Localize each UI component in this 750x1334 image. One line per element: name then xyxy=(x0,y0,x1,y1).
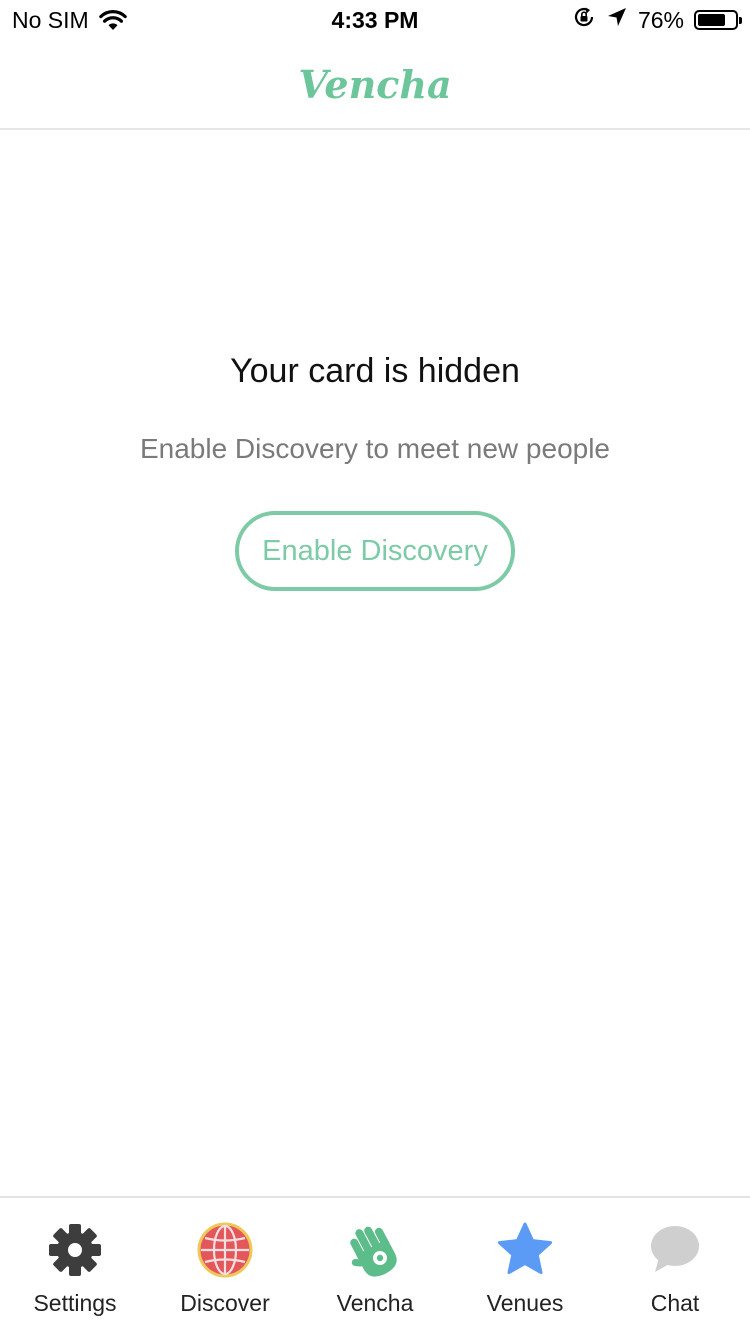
gear-icon xyxy=(45,1220,105,1280)
empty-state-title: Your card is hidden xyxy=(230,352,520,390)
tab-venues[interactable]: Venues xyxy=(450,1198,600,1334)
globe-icon xyxy=(195,1220,255,1280)
tab-discover[interactable]: Discover xyxy=(150,1198,300,1334)
location-arrow-icon xyxy=(606,6,628,34)
enable-discovery-button[interactable]: Enable Discovery xyxy=(235,511,515,591)
battery-percentage: 76% xyxy=(637,6,684,33)
tab-vencha[interactable]: Vencha xyxy=(300,1198,450,1334)
tab-label-settings: Settings xyxy=(33,1290,117,1316)
tab-settings[interactable]: Settings xyxy=(0,1198,150,1334)
tab-label-discover: Discover xyxy=(180,1290,270,1316)
battery-fill xyxy=(698,14,725,26)
tab-chat[interactable]: Chat xyxy=(600,1198,750,1334)
tab-label-vencha: Vencha xyxy=(336,1290,414,1316)
orientation-lock-icon xyxy=(572,5,596,35)
battery-cap xyxy=(739,17,742,24)
chat-bubble-icon xyxy=(645,1220,705,1280)
navigation-bar: Vencha xyxy=(0,40,750,130)
tab-label-chat: Chat xyxy=(650,1290,700,1316)
tab-label-venues: Venues xyxy=(486,1290,564,1316)
app-title: Vencha xyxy=(298,62,452,107)
tab-bar: Settings Discover Vencha Venues Chat xyxy=(0,1196,750,1334)
star-icon xyxy=(495,1220,555,1280)
empty-state-subtitle: Enable Discovery to meet new people xyxy=(139,433,611,464)
battery-icon xyxy=(694,10,742,30)
hidden-card-empty-state: Your card is hidden Enable Discovery to … xyxy=(0,346,750,591)
hand-icon xyxy=(345,1220,405,1280)
status-right: 76% xyxy=(562,5,742,35)
status-bar: No SIM 4:33 PM 76% xyxy=(0,0,750,40)
